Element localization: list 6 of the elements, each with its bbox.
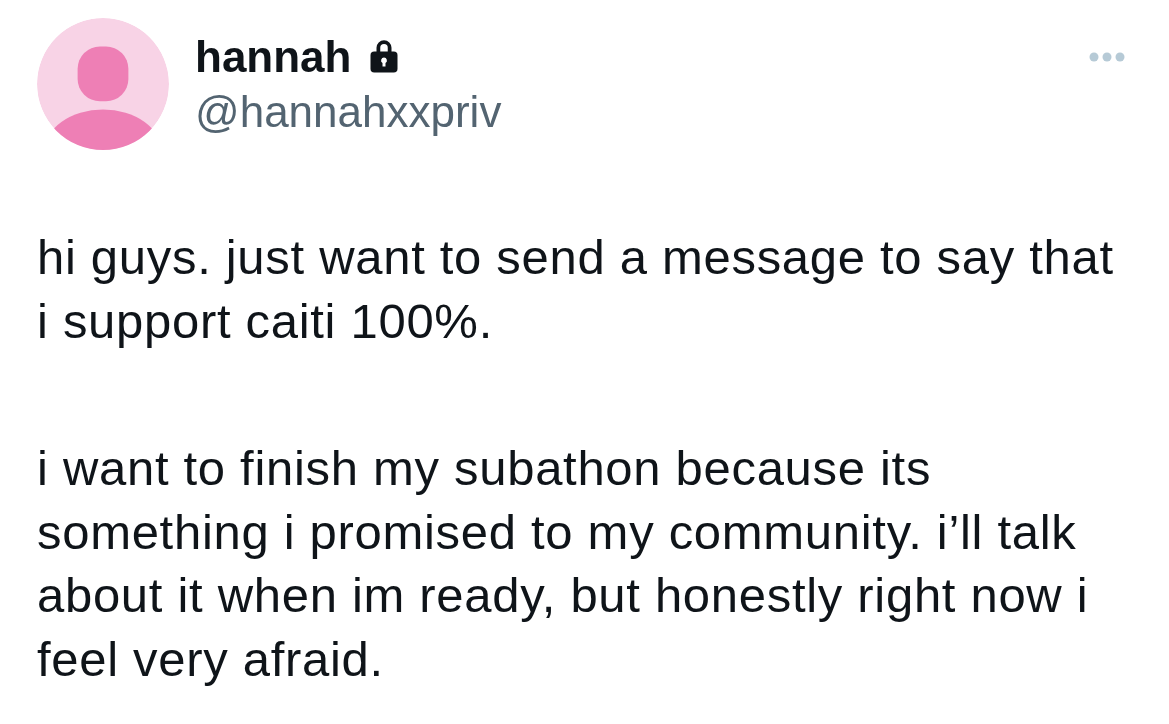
user-handle: @hannahxxpriv: [195, 87, 502, 137]
tweet-text: i want to finish my subathon because its something i promised to my community. i’ll talk about it when im ready, but honestly right now i feel very afraid.: [37, 440, 1090, 688]
display-name: hannah: [195, 32, 352, 82]
more-options-icon[interactable]: [1089, 52, 1125, 62]
avatar-icon: [37, 18, 169, 150]
tweet-text: hi guys. just want to send a message to say that i support caiti 100%.: [37, 229, 1115, 350]
